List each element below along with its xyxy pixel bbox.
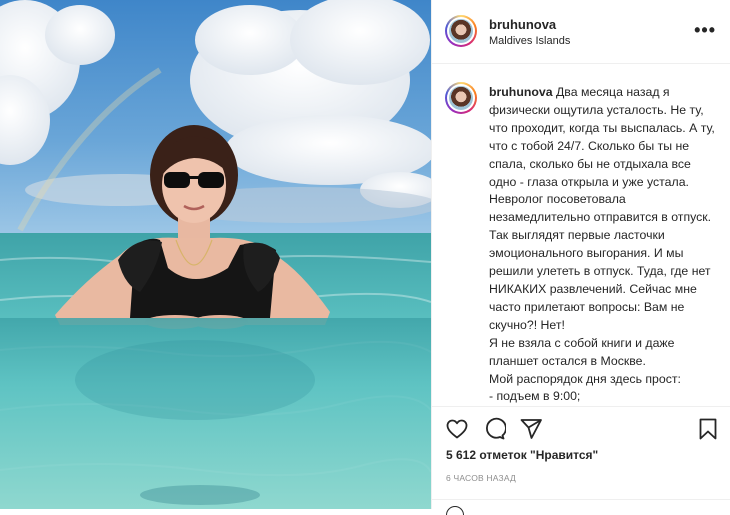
caption-area: bruhunova Два месяца назад я физически о…: [432, 64, 730, 406]
caption: bruhunova Два месяца назад я физически о…: [489, 84, 721, 406]
avatar-image: [449, 86, 473, 110]
post-timestamp[interactable]: 6 ЧАСОВ НАЗАД: [446, 473, 516, 483]
caption-username[interactable]: bruhunova: [489, 85, 553, 99]
instagram-post: bruhunova Maldives Islands ••• bruhunova…: [0, 0, 730, 515]
emoji-icon[interactable]: [446, 506, 464, 515]
location[interactable]: Maldives Islands: [489, 35, 570, 47]
share-icon[interactable]: [519, 417, 543, 441]
ellipsis-icon[interactable]: •••: [694, 20, 716, 41]
comment-bar: [432, 499, 730, 515]
post-side-panel: bruhunova Maldives Islands ••• bruhunova…: [431, 0, 730, 515]
post-photo[interactable]: [0, 0, 431, 509]
avatar[interactable]: [445, 15, 477, 47]
post-header: bruhunova Maldives Islands •••: [432, 0, 730, 64]
caption-text: Два месяца назад я физически ощутила уст…: [489, 85, 715, 404]
avatar-image: [449, 19, 473, 43]
action-bar: 5 612 отметок "Нравится" 6 ЧАСОВ НАЗАД: [432, 406, 730, 515]
bookmark-icon[interactable]: [696, 417, 720, 441]
caption-avatar[interactable]: [445, 82, 477, 114]
likes-count[interactable]: 5 612 отметок "Нравится": [446, 448, 598, 462]
heart-icon[interactable]: [445, 417, 469, 441]
comment-icon[interactable]: [482, 417, 506, 441]
username[interactable]: bruhunova: [489, 17, 556, 32]
photo-image: [0, 0, 431, 509]
